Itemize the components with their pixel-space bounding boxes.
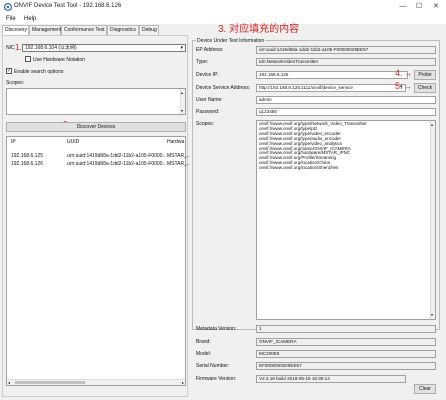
tab-diagnostics[interactable]: Diagnostics [107,25,139,35]
password-input[interactable]: q123456 [256,108,436,116]
model-label: Model: [196,351,212,357]
device-service-address-label: Device Service Address: [196,85,251,91]
column-header-uuid[interactable]: UUID [67,139,79,145]
type-field: tdn:NetworkVideoTransmitter [256,58,436,66]
ip-annotation: 4. [395,68,403,78]
scroll-up-icon[interactable]: ▴ [431,122,433,129]
password-label: Password: [196,109,220,115]
discover-devices-button[interactable]: Discover Devices [6,122,186,132]
serial-number-label: Serial Number: [196,363,230,369]
use-hardware-notation-checkbox[interactable] [25,56,31,62]
probe-button[interactable]: Probe [414,70,436,80]
chevron-down-icon[interactable]: ▾ [180,45,183,51]
device-ip-label: Device IP: [196,72,219,78]
scroll-left-icon[interactable]: ◂ [8,380,10,385]
menu-file[interactable]: File [6,16,16,22]
device-scopes-label: Scopes: [196,121,215,127]
maximize-button[interactable]: ☐ [412,1,426,12]
app-icon [4,3,12,11]
scope-item: onvif://www.onvif.org/location/Shenzhen [259,165,339,171]
device-hardware: MSTAR_... [167,161,192,167]
device-scopes-textbox[interactable]: onvif://www.onvif.org/type/Network_Video… [256,120,436,320]
enable-search-options-checkbox[interactable]: ✓ [6,68,12,74]
clear-button[interactable]: Clear [414,384,436,394]
devices-horizontal-scrollbar[interactable]: ◂ ▸ [7,379,185,385]
ep-address-label: EP Address: [196,47,224,53]
device-service-address-value: http://192.168.6.125:1111/onvif/device_s… [259,85,353,90]
minimize-button[interactable]: — [396,1,410,12]
tab-conformance-test[interactable]: Conformance Test [61,25,107,35]
scroll-up-icon[interactable]: ▴ [181,90,183,95]
device-ip: 192.168.6.125 [11,153,43,159]
use-hardware-notation-label: Use Hardware Notation [33,57,85,63]
brand-field: ONVIF_ICAMERA [256,338,436,346]
scroll-right-icon[interactable]: ▸ [182,380,184,385]
enable-search-options-label: Enable search options [14,69,64,75]
window-title: ONVIF Device Test Tool - 192.168.6.126 [14,3,122,9]
device-service-address-input[interactable]: http://192.168.6.125:1111/onvif/device_s… [256,84,406,92]
device-ip-input[interactable]: 192.168.6.125 [256,71,408,79]
firmware-version-field: V2.3.18 build 2019-05-15 16:30:14 [256,375,406,383]
scopes-list: onvif://www.onvif.org/type/Network_Video… [259,121,435,171]
scroll-thumb[interactable] [15,381,85,384]
type-label: Type: [196,59,209,65]
service-annotation: 5. [395,81,403,91]
scopes-scrollbar[interactable]: ▴ ▾ [180,89,185,114]
device-uuid: urn:uuid:1419d68a-1dd2-11b2-a105-F0000..… [67,153,167,159]
scroll-down-icon[interactable]: ▾ [431,312,433,319]
ep-address-field: urn:uuid:1419d68a-1dd2-11b2-a105-F000000… [256,46,436,54]
menu-help[interactable]: Help [24,16,36,22]
device-uuid: urn:uuid:1419d68a-1dd2-11b2-a105-F0000..… [67,161,167,167]
nic-annotation: 1. [15,43,22,52]
content-annotation: 3. 对应填充的内容 [218,24,300,35]
tab-management[interactable]: Management [29,25,61,35]
check-button[interactable]: Check [414,83,436,93]
arrow-right-icon: → [404,69,412,78]
column-header-ip[interactable]: IP [11,139,16,145]
firmware-version-label: Firmware Version: [196,376,237,382]
device-hardware: MSTAR_... [167,153,192,159]
tab-discovery[interactable]: Discovery [2,25,29,35]
device-scopes-scrollbar[interactable]: ▴ ▾ [430,121,435,319]
table-row[interactable]: 192.168.6.125 urn:uuid:1419d68a-1dd2-11b… [8,153,191,160]
nic-select[interactable]: 192.168.6.104 (以太网) ▾ [22,44,186,52]
metadata-version-label: Metadata Version: [196,326,237,332]
devices-list: IP UUID Hardwa 192.168.6.125 urn:uuid:14… [6,136,191,386]
model-field: MC200E6 [256,350,436,358]
nic-label: NIC [6,45,15,51]
brand-label: Brand: [196,339,211,345]
device-ip: 192.168.6.126 [11,161,43,167]
title-bar: ONVIF Device Test Tool - 192.168.6.126 —… [0,0,446,14]
table-row[interactable]: 192.168.6.126 urn:uuid:1419d68a-1dd2-11b… [8,161,191,168]
arrow-right-icon: → [404,82,412,91]
nic-select-value: 192.168.6.104 (以太网) [25,45,77,51]
serial-number-field: EF0000000029EE57 [256,362,436,370]
column-header-hardware[interactable]: Hardwa [167,139,184,145]
user-name-label: User Name: [196,97,223,103]
close-button[interactable]: ✕ [429,1,443,12]
scopes-label: Scopes: [6,80,25,86]
metadata-version-field: 1 [256,325,436,333]
tab-debug[interactable]: Debug [139,25,159,35]
group-title: Device Under Test Information [196,38,266,44]
user-name-input[interactable]: admin [256,96,436,104]
scopes-textbox[interactable]: ▴ ▾ [6,88,186,115]
scroll-down-icon[interactable]: ▾ [181,108,183,113]
